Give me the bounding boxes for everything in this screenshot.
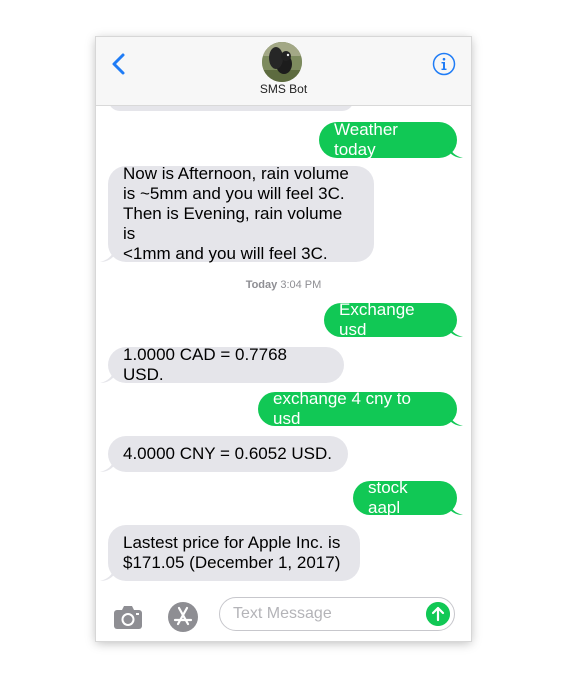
navigation-bar: SMS Bot: [96, 37, 471, 106]
message-bubble-incoming[interactable]: Now is Afternoon, rain volume is ~5mm an…: [108, 164, 374, 263]
squirrel-avatar-image: [262, 42, 302, 82]
timestamp-time: 3:04 PM: [280, 279, 322, 291]
conversation[interactable]: Weather today Now is Afternoon, rain vol…: [96, 37, 471, 641]
contact-name[interactable]: SMS Bot: [96, 82, 471, 96]
message-bubble-incoming[interactable]: 4.0000 CNY = 0.6052 USD.: [108, 436, 348, 472]
message-text: Now is Afternoon, rain volume is ~5mm an…: [123, 164, 349, 263]
bubble-tail: [449, 146, 463, 158]
timestamp: Today 3:04 PM: [96, 279, 471, 291]
avatar[interactable]: [262, 42, 302, 82]
bubble-tail: [449, 325, 463, 337]
message-bubble-outgoing[interactable]: stock aapl: [353, 478, 457, 517]
message-text: Exchange usd: [339, 300, 415, 339]
timestamp-day: Today: [245, 279, 278, 291]
bubble-tail: [449, 414, 463, 426]
message-bubble-incoming[interactable]: Lastest price for Apple Inc. is $171.05 …: [108, 525, 360, 581]
bubble-tail: [100, 250, 114, 262]
bubble-tail: [100, 460, 114, 472]
message-text: Lastest price for Apple Inc. is $171.05 …: [123, 533, 341, 572]
message-bubble-outgoing[interactable]: Exchange usd: [324, 300, 457, 339]
message-bubble-outgoing[interactable]: exchange 4 cny to usd: [258, 389, 457, 428]
message-bubble-incoming[interactable]: 1.0000 CAD = 0.7768 USD.: [108, 345, 344, 384]
bubble-tail: [100, 569, 114, 581]
send-arrow-icon[interactable]: [426, 602, 450, 626]
message-text: stock aapl: [368, 478, 408, 517]
chevron-left-icon[interactable]: [106, 50, 134, 78]
message-bubble-outgoing[interactable]: Weather today: [319, 120, 457, 159]
message-text: Weather today: [334, 120, 398, 159]
message-text: exchange 4 cny to usd: [273, 389, 411, 428]
messages-screen: Weather today Now is Afternoon, rain vol…: [96, 37, 471, 641]
bubble-tail: [449, 503, 463, 515]
camera-icon[interactable]: [112, 603, 144, 631]
message-input[interactable]: Text Message: [219, 597, 455, 631]
message-text: 1.0000 CAD = 0.7768 USD.: [123, 345, 287, 384]
message-input-placeholder: Text Message: [233, 605, 332, 622]
app-store-icon[interactable]: [166, 600, 200, 634]
compose-bar: Text Message: [96, 593, 471, 641]
bubble-tail: [100, 371, 114, 383]
info-icon[interactable]: [432, 52, 456, 76]
message-text: 4.0000 CNY = 0.6052 USD.: [123, 444, 333, 463]
